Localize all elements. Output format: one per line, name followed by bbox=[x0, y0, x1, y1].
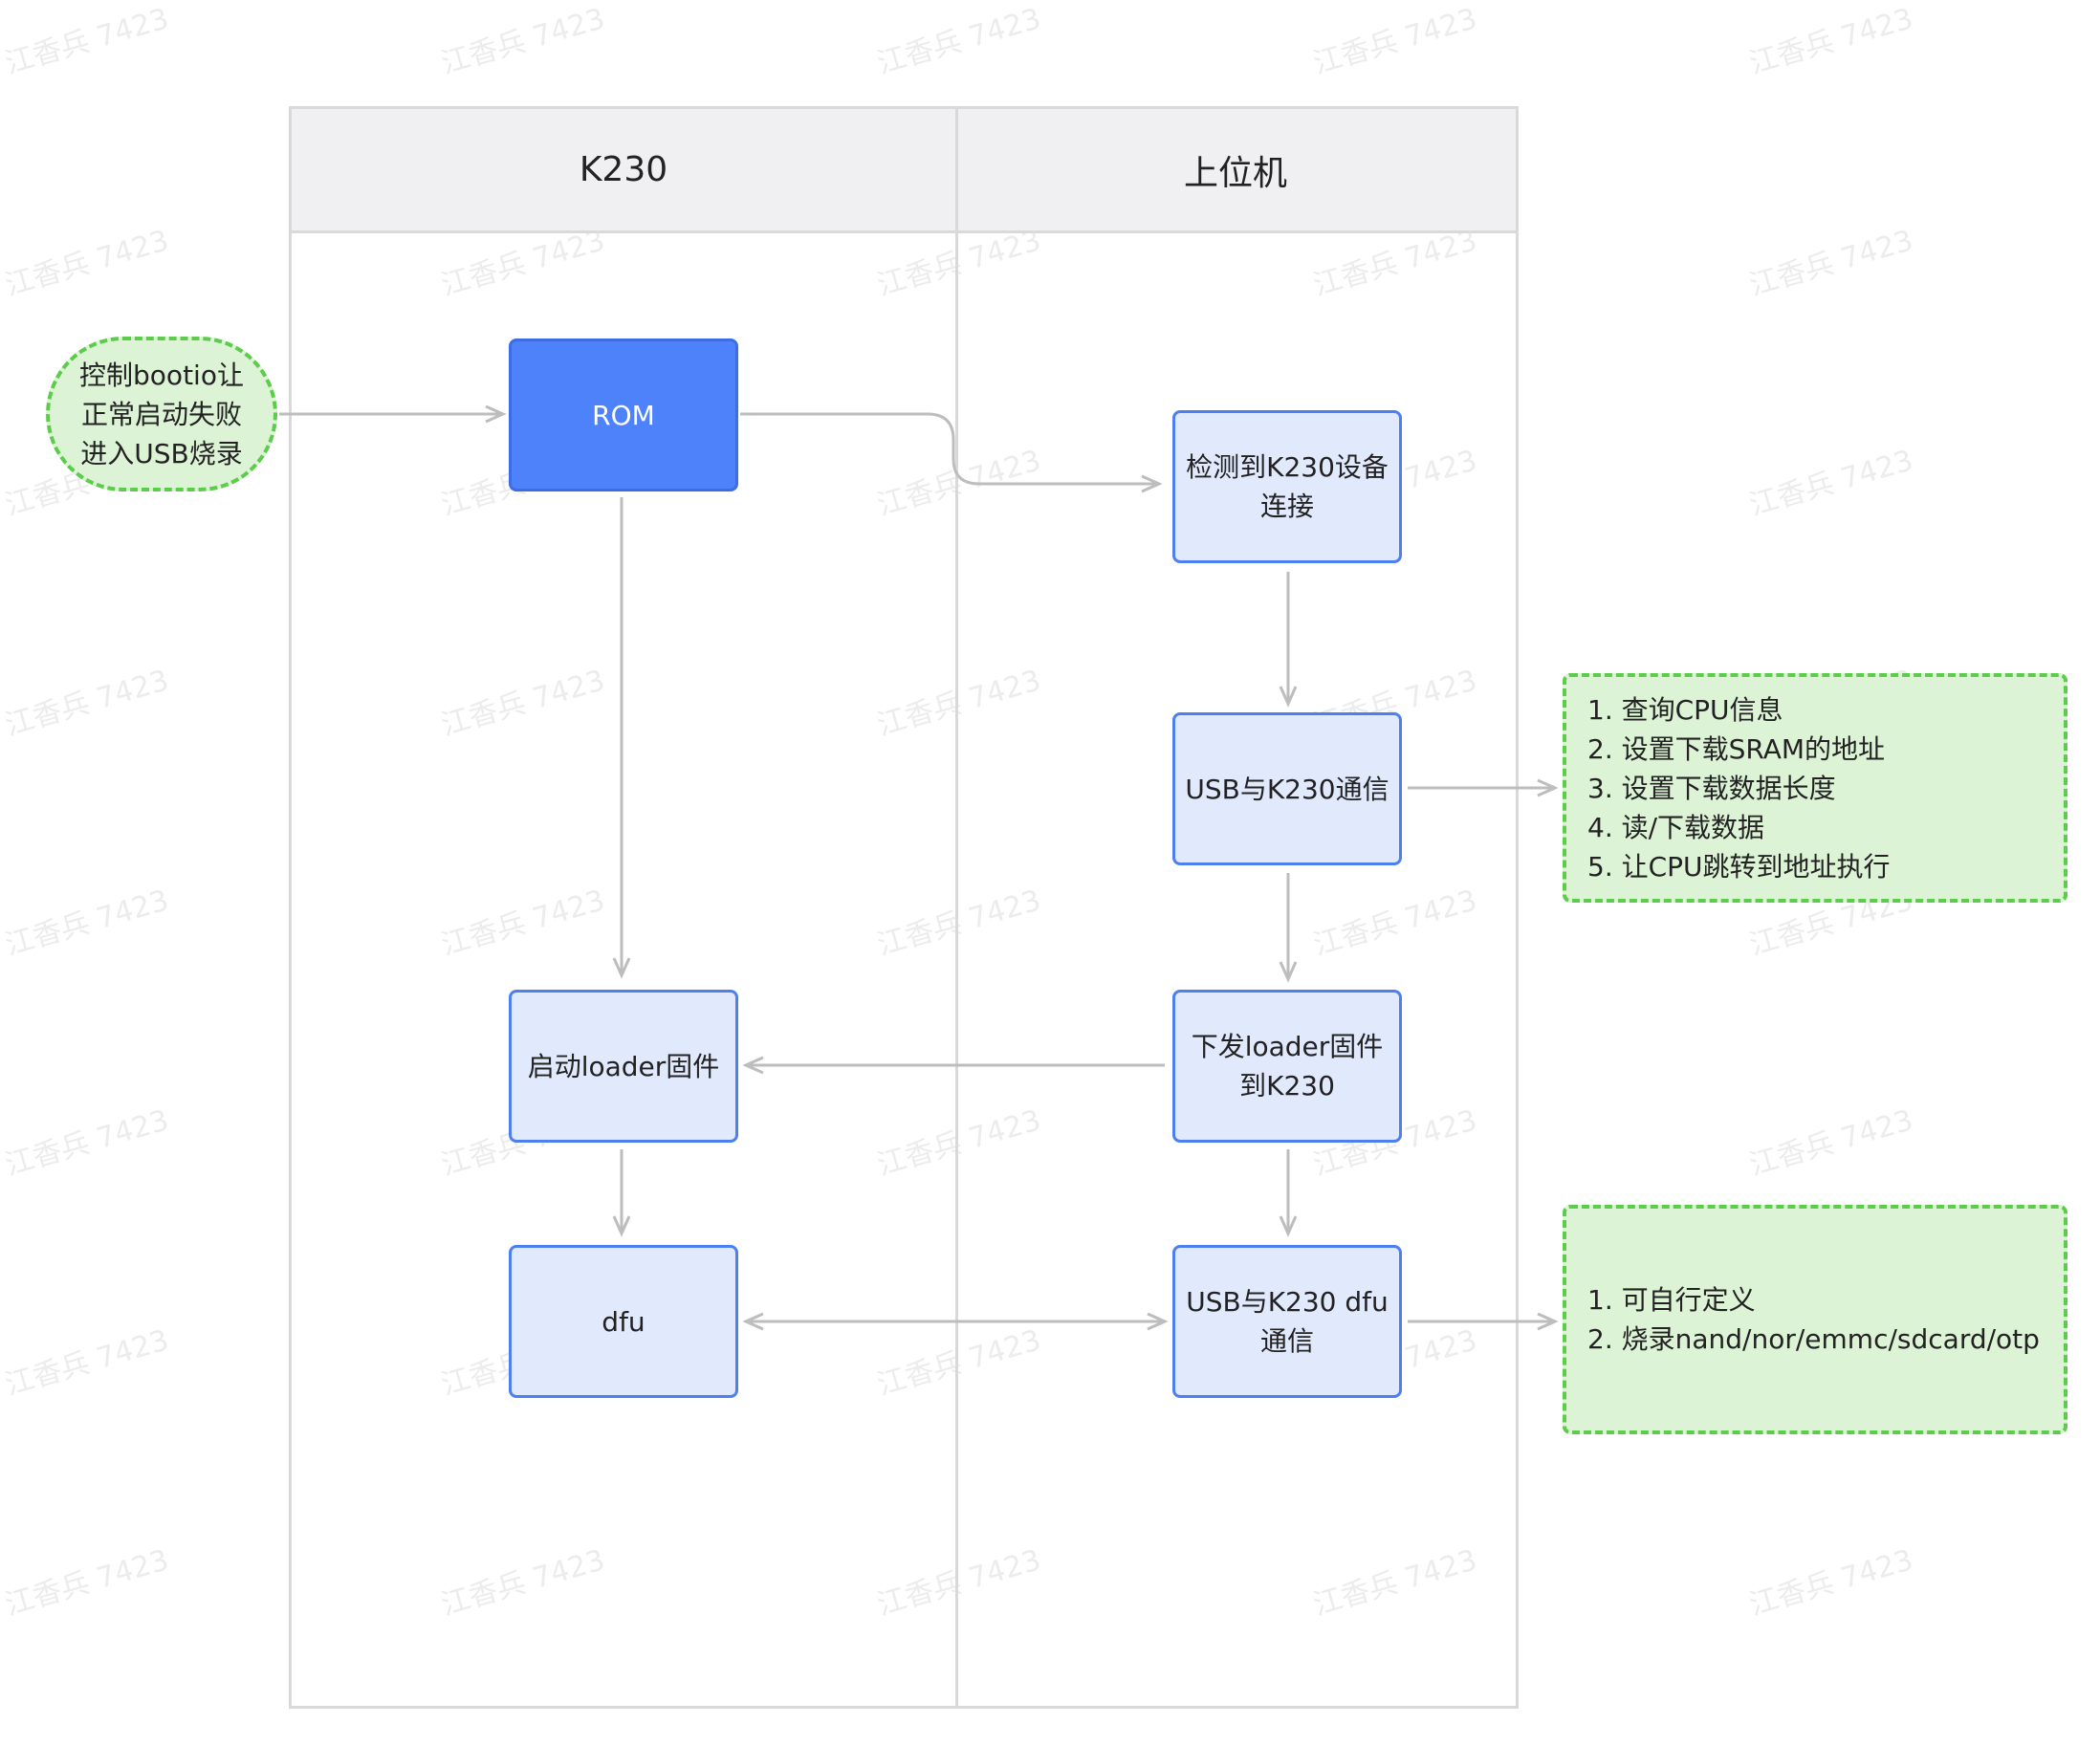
node-send-loader-line: 下发loader固件 bbox=[1191, 1031, 1384, 1062]
node-start-loader-label: 启动loader固件 bbox=[527, 1050, 720, 1082]
node-rom-label: ROM bbox=[592, 399, 655, 431]
node-detect-line: 连接 bbox=[1259, 491, 1314, 522]
note-step: 1. 查询CPU信息 bbox=[1587, 693, 1783, 726]
node-usb-comm-label: USB与K230通信 bbox=[1185, 773, 1389, 805]
start-line: 正常启动失败 bbox=[80, 398, 242, 430]
node-start-loader: 启动loader固件 bbox=[509, 990, 738, 1143]
note-dfu-steps: 1. 可自行定义 2. 烧录nand/nor/emmc/sdcard/otp bbox=[1563, 1205, 2067, 1434]
node-detect-device: 检测到K230设备 连接 bbox=[1172, 410, 1402, 563]
node-detect-line: 检测到K230设备 bbox=[1186, 451, 1389, 483]
node-usb-dfu-line: USB与K230 dfu bbox=[1186, 1286, 1389, 1318]
node-rom: ROM bbox=[509, 338, 738, 491]
note-step: 1. 可自行定义 bbox=[1587, 1284, 1756, 1316]
start-line: 控制bootio让 bbox=[79, 359, 244, 391]
edge-rom-to-detect bbox=[740, 412, 1163, 493]
node-usb-comm: USB与K230通信 bbox=[1172, 712, 1402, 865]
note-step: 5. 让CPU跳转到地址执行 bbox=[1587, 850, 1891, 883]
node-send-loader-line: 到K230 bbox=[1239, 1070, 1335, 1102]
node-usb-dfu-line: 通信 bbox=[1259, 1325, 1314, 1357]
node-dfu: dfu bbox=[509, 1245, 738, 1398]
start-terminal: 控制bootio让 正常启动失败 进入USB烧录 bbox=[46, 337, 277, 491]
note-step: 3. 设置下载数据长度 bbox=[1587, 772, 1836, 804]
note-step: 4. 读/下载数据 bbox=[1587, 811, 1765, 843]
note-step: 2. 烧录nand/nor/emmc/sdcard/otp bbox=[1587, 1323, 2040, 1355]
node-dfu-label: dfu bbox=[602, 1305, 645, 1338]
note-usb-comm-steps: 1. 查询CPU信息 2. 设置下载SRAM的地址 3. 设置下载数据长度 4.… bbox=[1563, 673, 2067, 903]
note-step: 2. 设置下载SRAM的地址 bbox=[1587, 732, 1886, 765]
start-line: 进入USB烧录 bbox=[80, 437, 243, 469]
node-send-loader: 下发loader固件 到K230 bbox=[1172, 990, 1402, 1143]
node-usb-dfu: USB与K230 dfu 通信 bbox=[1172, 1245, 1402, 1398]
